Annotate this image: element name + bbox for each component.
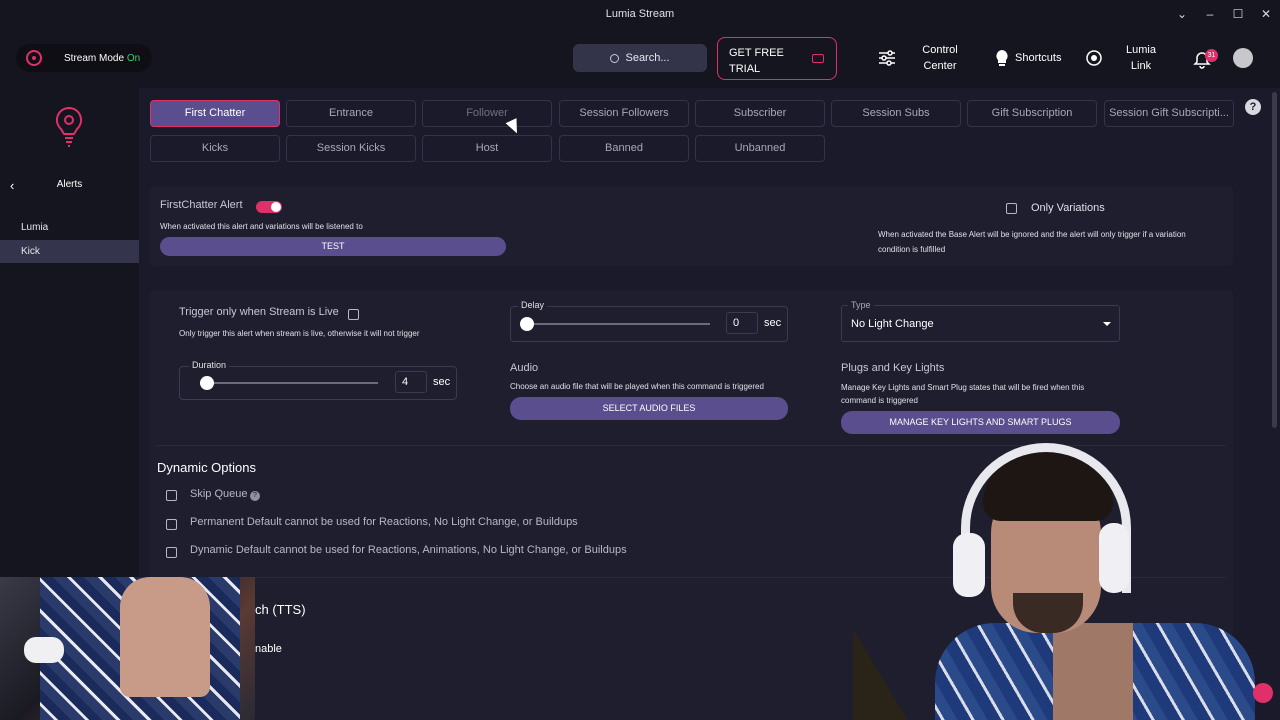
chevron-down-icon [1103, 322, 1111, 326]
alert-panel: FirstChatter Alert When activated this a… [150, 186, 1233, 266]
sidebar-item-kick[interactable]: Kick [0, 240, 139, 263]
webcam-hands-overlay [0, 577, 255, 720]
lumia-link-button[interactable]: Lumia Link [1085, 40, 1159, 76]
duration-unit: sec [433, 376, 451, 388]
free-trial-label: GET FREE TRIAL [729, 47, 784, 75]
type-label: Type [848, 300, 874, 310]
tab-gift-subscription[interactable]: Gift Subscription [967, 100, 1097, 127]
audio-desc: Choose an audio file that will be played… [510, 382, 764, 391]
tab-session-gift-subscription[interactable]: Session Gift Subscripti... [1104, 100, 1234, 127]
stream-mode-toggle[interactable]: Stream Mode On [16, 44, 152, 72]
lumia-link-label: Lumia Link [1126, 44, 1156, 72]
tab-first-chatter[interactable]: First Chatter [150, 100, 280, 127]
tab-host[interactable]: Host [422, 135, 552, 162]
delay-slider-thumb[interactable] [520, 317, 534, 331]
tab-kicks[interactable]: Kicks [150, 135, 280, 162]
gamepad-icon [24, 637, 64, 663]
maximize-icon[interactable]: ☐ [1229, 6, 1247, 22]
ticket-icon [812, 54, 824, 63]
manage-key-lights-button[interactable]: MANAGE KEY LIGHTS AND SMART PLUGS [841, 411, 1120, 434]
skip-queue-label: Skip Queue [190, 488, 248, 500]
dynamic-options-title: Dynamic Options [157, 460, 256, 475]
tts-title: ch (TTS) [255, 602, 306, 617]
tab-unbanned[interactable]: Unbanned [695, 135, 825, 162]
delay-label: Delay [518, 300, 548, 310]
bulb-icon [996, 50, 1008, 66]
search-icon [610, 53, 620, 63]
tab-follower[interactable]: Follower [422, 100, 552, 127]
alert-title: FirstChatter Alert [160, 199, 243, 211]
type-select[interactable]: No Light Change [841, 305, 1120, 342]
delay-input[interactable]: 0 [726, 312, 758, 334]
duration-slider-thumb[interactable] [200, 376, 214, 390]
top-header: Stream Mode On Search... GET FREE TRIAL … [0, 28, 1280, 88]
tab-session-subs[interactable]: Session Subs [831, 100, 961, 127]
sidebar-title: Alerts [56, 179, 83, 190]
webcam-face-overlay [853, 443, 1280, 720]
dynamic-default-checkbox[interactable] [166, 547, 177, 558]
window-title: Lumia Stream [605, 8, 675, 20]
only-variations-label: Only Variations [1031, 202, 1105, 214]
sliders-icon [879, 50, 895, 66]
search-button[interactable]: Search... [573, 44, 707, 72]
search-label: Search... [625, 52, 670, 64]
delay-slider-track[interactable] [526, 323, 710, 325]
tab-subscriber[interactable]: Subscriber [695, 100, 825, 127]
plugs-desc: Manage Key Lights and Smart Plug states … [841, 383, 1085, 405]
control-center-label: Control Center [922, 44, 958, 72]
audio-label: Audio [510, 362, 539, 374]
avatar[interactable] [1233, 48, 1253, 68]
alert-description: When activated this alert and variations… [160, 222, 363, 231]
duration-label: Duration [189, 360, 230, 370]
tab-session-kicks[interactable]: Session Kicks [286, 135, 416, 162]
only-variations-checkbox[interactable] [1006, 203, 1017, 214]
duration-input[interactable]: 4 [395, 371, 427, 393]
test-button[interactable]: TEST [160, 237, 506, 256]
only-variations-desc: When activated the Base Alert will be ig… [878, 230, 1186, 254]
stream-mode-icon [26, 50, 42, 66]
alert-enable-toggle[interactable] [256, 201, 282, 213]
trigger-live-desc: Only trigger this alert when stream is l… [179, 329, 420, 338]
type-value: No Light Change [851, 318, 934, 330]
skip-queue-checkbox[interactable] [166, 490, 177, 501]
notification-badge: 31 [1205, 49, 1218, 62]
dynamic-default-label: Dynamic Default cannot be used for React… [190, 544, 627, 556]
scrollbar[interactable] [1272, 92, 1277, 428]
permanent-default-label: Permanent Default cannot be used for Rea… [190, 516, 578, 528]
chevron-down-icon[interactable]: ⌄ [1173, 6, 1191, 22]
stream-mode-state: On [126, 52, 141, 64]
sidebar-item-lumia[interactable]: Lumia [0, 216, 139, 239]
tts-enable-label: nable [255, 643, 282, 655]
duration-slider-track[interactable] [200, 382, 378, 384]
link-icon [1086, 50, 1102, 66]
tab-banned[interactable]: Banned [559, 135, 689, 162]
lumia-logo-icon [55, 106, 83, 147]
shortcuts-label: Shortcuts [1015, 52, 1062, 64]
close-icon[interactable]: ✕ [1257, 6, 1275, 22]
help-icon[interactable]: ? [1245, 99, 1261, 115]
trigger-live-checkbox[interactable] [348, 309, 359, 320]
select-audio-button[interactable]: SELECT AUDIO FILES [510, 397, 788, 420]
trigger-live-label: Trigger only when Stream is Live [179, 306, 339, 318]
title-bar: Lumia Stream ⌄ – ☐ ✕ [0, 0, 1280, 28]
tab-session-followers[interactable]: Session Followers [559, 100, 689, 127]
free-trial-button[interactable]: GET FREE TRIAL [717, 37, 837, 80]
shortcuts-button[interactable]: Shortcuts [993, 40, 1061, 76]
permanent-default-checkbox[interactable] [166, 519, 177, 530]
help-icon[interactable]: ? [250, 491, 260, 501]
plugs-label: Plugs and Key Lights [841, 362, 945, 374]
stream-mode-label: Stream Mode [64, 52, 125, 64]
control-center-button[interactable]: Control Center [878, 40, 964, 76]
minimize-icon[interactable]: – [1201, 6, 1219, 22]
delay-unit: sec [764, 317, 782, 329]
tab-entrance[interactable]: Entrance [286, 100, 416, 127]
